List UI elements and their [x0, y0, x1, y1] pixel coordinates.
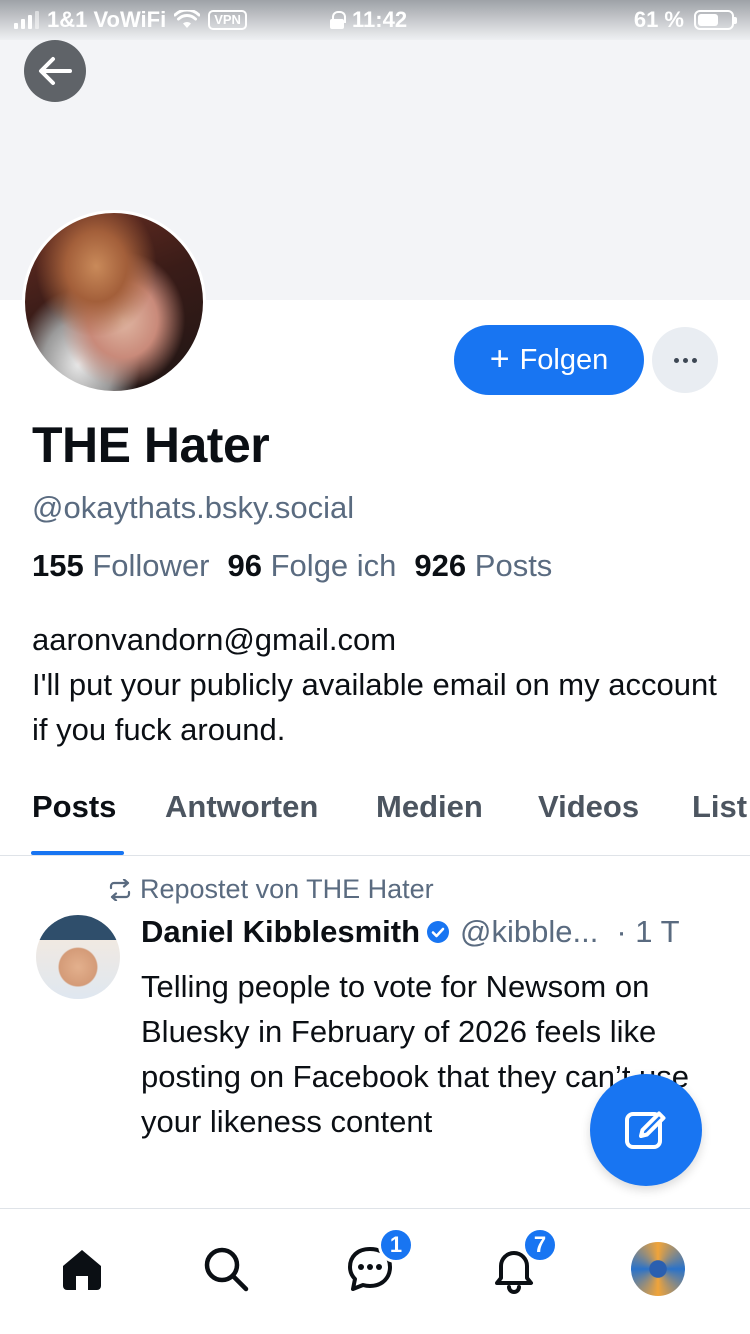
repost-label: Repostet von THE Hater: [140, 874, 434, 904]
tab-media[interactable]: Medien: [376, 789, 483, 825]
profile-bio: aaronvandorn@gmail.com I'll put your pub…: [32, 617, 722, 752]
nav-notifications[interactable]: 7: [484, 1227, 558, 1299]
nav-home[interactable]: [52, 1239, 112, 1299]
nav-profile[interactable]: [628, 1239, 688, 1299]
tab-replies[interactable]: Antworten: [165, 789, 318, 825]
post-author-handle: @kibble...: [460, 914, 599, 949]
compose-button[interactable]: [590, 1074, 702, 1186]
display-name: THE Hater: [32, 417, 270, 473]
followers-stat[interactable]: 155 Follower: [32, 548, 210, 584]
follow-button[interactable]: + Folgen: [454, 325, 644, 395]
tab-posts[interactable]: Posts: [32, 789, 116, 825]
follow-label: Folgen: [519, 343, 609, 376]
nav-messages[interactable]: 1: [340, 1227, 414, 1299]
messages-badge: 1: [378, 1227, 414, 1263]
wifi-icon: [174, 10, 201, 28]
battery-percent: 61 %: [633, 7, 684, 32]
verified-badge-icon: [427, 921, 450, 943]
nav-search[interactable]: [196, 1239, 256, 1299]
post-author-name[interactable]: Daniel Kibblesmith: [141, 914, 420, 950]
posts-stat: 926 Posts: [414, 548, 553, 583]
plus-icon: +: [489, 339, 510, 378]
search-icon: [204, 1247, 249, 1292]
carrier-label: 1&1 VoWiFi: [47, 7, 167, 32]
ellipsis-icon: [673, 357, 679, 363]
repost-icon: [109, 878, 131, 901]
compose-icon: [625, 1111, 666, 1149]
bio-text: I'll put your publicly available email o…: [32, 667, 717, 747]
following-stat[interactable]: 96 Folge ich: [228, 548, 397, 584]
home-icon: [63, 1250, 101, 1290]
bio-email[interactable]: aaronvandorn@gmail.com: [32, 617, 722, 662]
active-tab-indicator: [31, 851, 124, 855]
post-author-avatar[interactable]: [36, 915, 120, 999]
profile-stats: 155 Follower 96 Folge ich 926 Posts: [32, 548, 552, 584]
tab-lists[interactable]: List: [692, 789, 747, 825]
profile-avatar[interactable]: [22, 210, 206, 394]
clock: 11:42: [352, 7, 408, 32]
arrow-left-icon: [39, 57, 72, 85]
post-timestamp[interactable]: · 1 T: [616, 914, 679, 950]
status-bar: 1&1 VoWiFi VPN 11:42 61 %: [0, 0, 750, 40]
repost-indicator[interactable]: Repostet von THE Hater: [108, 874, 434, 905]
vpn-badge: VPN: [208, 10, 247, 30]
signal-icon: [14, 11, 39, 29]
back-button[interactable]: [24, 40, 86, 102]
profile-handle: @okaythats.bsky.social: [32, 490, 355, 525]
profile-avatar-small: [631, 1242, 685, 1296]
notifications-badge: 7: [522, 1227, 558, 1263]
battery-icon: [694, 10, 737, 30]
orientation-lock-icon: [330, 11, 346, 29]
profile-tabs: Posts Antworten Medien Videos List: [0, 785, 750, 856]
more-options-button[interactable]: [652, 327, 718, 393]
bottom-navigation: 1 7: [0, 1208, 750, 1334]
tab-videos[interactable]: Videos: [538, 789, 639, 825]
post-header[interactable]: Daniel Kibblesmith @kibble... · 1 T: [141, 914, 680, 950]
